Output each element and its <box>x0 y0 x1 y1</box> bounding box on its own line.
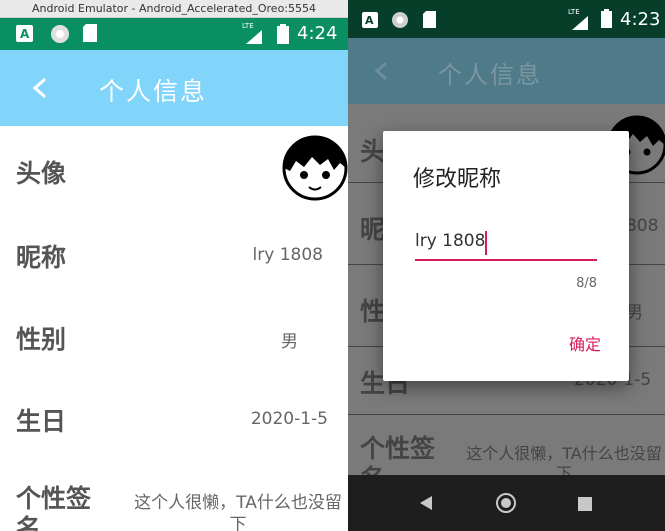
app-bar: 个人信息 <box>0 50 348 126</box>
row-label: 个性签名 <box>16 484 92 531</box>
row-value: lry 1808 <box>252 245 323 265</box>
row-value: 这个人很懒，TA什么也没留下 <box>134 493 342 531</box>
row-label: 性别 <box>16 325 67 354</box>
svg-text:A: A <box>365 14 374 27</box>
app-notification-icon: A <box>362 12 378 28</box>
status-time: 4:23 <box>620 9 661 30</box>
emulator-right: A LTE 4:23 个人信息 头像 <box>348 0 665 531</box>
row-label: 头像 <box>16 159 67 188</box>
page-title: 个人信息 <box>438 61 542 89</box>
battery-icon <box>277 24 289 44</box>
row-label: 生日 <box>16 407 67 436</box>
svg-text:LTE: LTE <box>242 22 254 30</box>
dialog-title: 修改昵称 <box>413 167 502 192</box>
status-bar: A LTE 4:23 <box>348 0 665 38</box>
nav-recents-icon[interactable] <box>578 496 592 511</box>
app-bar: 个人信息 <box>348 38 665 104</box>
confirm-button[interactable]: 确定 <box>569 331 601 355</box>
row-avatar[interactable]: 头像 <box>0 126 348 215</box>
avatar[interactable] <box>282 135 348 205</box>
sd-card-icon <box>83 24 97 42</box>
nav-back-icon[interactable] <box>418 495 434 511</box>
edit-nickname-dialog: 修改昵称 lry 1808 8/8 确定 <box>383 131 629 381</box>
row-value: 2020-1-5 <box>250 409 328 429</box>
row-value: 男 <box>281 332 298 352</box>
sync-icon <box>49 23 69 43</box>
svg-text:A: A <box>20 27 30 41</box>
sync-icon <box>390 10 408 28</box>
signal-icon: LTE <box>568 6 590 32</box>
navigation-bar <box>348 475 665 531</box>
status-bar: A LTE 4:24 <box>0 18 348 50</box>
row-signature[interactable]: 个性签名 这个人很懒，TA什么也没留下 <box>348 414 665 493</box>
svg-text:LTE: LTE <box>568 8 580 16</box>
app-notification-icon: A <box>16 25 33 42</box>
row-signature[interactable]: 个性签名 这个人很懒，TA什么也没留下 <box>0 460 348 531</box>
emulator-left: Android Emulator - Android_Accelerated_O… <box>0 0 348 531</box>
row-birthday[interactable]: 生日 2020-1-5 <box>0 378 348 461</box>
sd-card-icon <box>423 11 436 28</box>
nickname-input-value[interactable]: lry 1808 <box>415 231 485 251</box>
signal-icon: LTE <box>242 20 264 46</box>
character-counter: 8/8 <box>576 276 597 291</box>
battery-icon <box>601 9 612 28</box>
page-title: 个人信息 <box>99 77 208 106</box>
row-gender[interactable]: 性别 男 <box>0 296 348 379</box>
back-arrow-icon[interactable] <box>29 77 51 99</box>
row-label: 昵称 <box>16 243 67 272</box>
text-cursor <box>485 231 487 255</box>
nickname-input[interactable]: lry 1808 <box>415 227 597 261</box>
back-arrow-icon[interactable] <box>371 61 391 81</box>
status-time: 4:24 <box>297 23 338 44</box>
row-nickname[interactable]: 昵称 lry 1808 <box>0 214 348 297</box>
window-title: Android Emulator - Android_Accelerated_O… <box>0 0 348 18</box>
nav-home-icon[interactable] <box>495 492 517 514</box>
